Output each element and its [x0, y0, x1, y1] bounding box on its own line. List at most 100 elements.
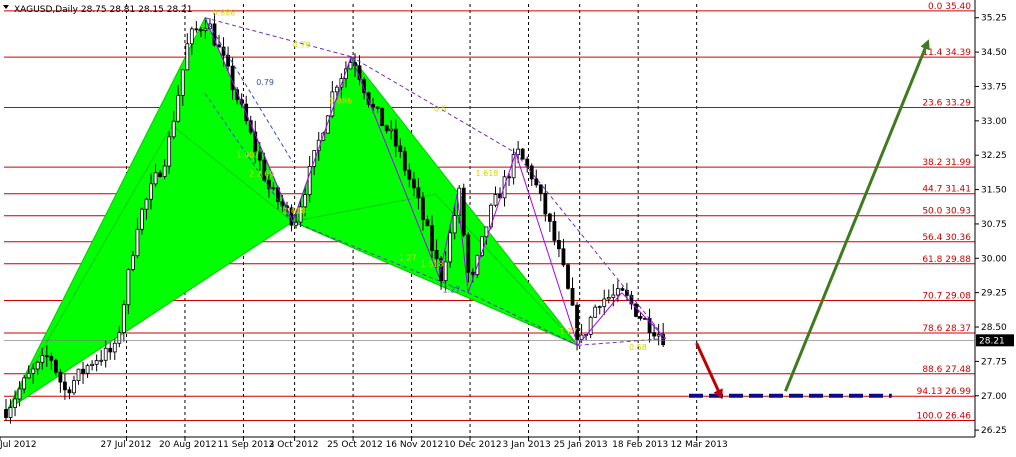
candle-body — [176, 94, 181, 122]
candle-body — [35, 361, 40, 370]
x-tick-label: 25 Jan 2013 — [554, 440, 608, 450]
candle-body — [203, 28, 208, 32]
candle-body — [117, 332, 122, 344]
candle-body — [76, 368, 81, 382]
fib-level-label: 11.4 34.39 — [922, 48, 971, 58]
candle-body — [421, 197, 425, 221]
candle-body — [4, 409, 8, 418]
fib-level-label: 56.4 30.36 — [922, 233, 971, 243]
symbol-dropdown-icon[interactable] — [3, 5, 9, 9]
symbol-header: XAGUSD,Daily 28.75 28.81 28.15 28.21 — [14, 5, 193, 15]
candle-body — [58, 371, 63, 383]
candle-body — [167, 136, 172, 167]
candle-body — [303, 194, 308, 208]
candle-body — [371, 103, 376, 108]
candle-body — [434, 250, 439, 260]
y-tick-label: 30.75 — [981, 220, 1007, 230]
candle-body — [525, 158, 530, 167]
x-tick-label: 10 Dec 2012 — [444, 440, 502, 450]
target-layer — [689, 39, 930, 400]
candle-body — [230, 65, 235, 91]
pattern-ratio-label: 0.5 — [434, 105, 447, 114]
candle-body — [606, 297, 611, 300]
fib-level-label: 50.0 30.93 — [922, 207, 971, 217]
y-tick-label: 33.00 — [981, 117, 1007, 127]
candle-body — [448, 232, 453, 263]
candle-body — [520, 148, 525, 160]
y-tick-label: 32.25 — [981, 151, 1007, 161]
candle-body — [402, 151, 407, 171]
pattern-ratio-label: 0.79 — [256, 78, 274, 87]
x-tick-label: 16 Nov 2012 — [386, 440, 444, 450]
candle-body — [13, 398, 17, 408]
y-tick-label: 33.75 — [981, 82, 1007, 92]
candle-body — [158, 172, 162, 177]
candle-body — [493, 194, 498, 206]
x-tick-label: 3 Oct 2012 — [269, 440, 319, 450]
candlestick-chart[interactable]: 0.0 35.40 11.4 34.39 23.6 33.29 38.2 31.99 4… — [0, 0, 1016, 457]
pattern-ratio-label: 1.27 — [443, 286, 461, 295]
candle-body — [611, 294, 616, 298]
y-tick-label: 27.75 — [981, 357, 1007, 367]
candle-body — [470, 271, 475, 276]
candle-body — [461, 187, 466, 236]
candle-body — [430, 225, 434, 251]
pattern-ratio-label: 1.618 — [421, 260, 444, 269]
y-tick-label: 27.00 — [981, 392, 1007, 402]
candle-body — [561, 248, 566, 266]
fib-level-label: 100.0 26.46 — [917, 412, 972, 422]
candle-body — [226, 54, 230, 67]
candle-body — [516, 148, 521, 155]
candle-body — [557, 240, 561, 250]
y-tick-label: 35.25 — [981, 14, 1007, 24]
candle-body — [94, 360, 99, 365]
x-tick-label: 18 Feb 2013 — [612, 440, 668, 450]
candle-body — [31, 368, 36, 374]
candle-body — [90, 363, 95, 367]
candle-body — [149, 183, 153, 200]
pattern-ratio-label: 0.79 — [293, 41, 311, 50]
candle-body — [8, 407, 13, 418]
candle-body — [543, 192, 548, 215]
candle-body — [380, 107, 385, 127]
candle-body — [108, 347, 113, 353]
candle-body — [398, 145, 403, 152]
candle-body — [393, 128, 398, 147]
pattern-ratio-label: 0.886 — [212, 8, 235, 17]
candle-body — [538, 184, 543, 194]
candle-body — [81, 368, 85, 374]
candle-body — [63, 381, 67, 391]
y-tick-label: 29.25 — [981, 289, 1007, 299]
candle-body — [411, 178, 416, 189]
y-tick-label: 30.00 — [981, 254, 1007, 264]
candle-body — [144, 198, 149, 210]
candle-body — [180, 69, 185, 96]
candle-body — [171, 120, 176, 138]
candle-body — [22, 377, 27, 390]
candle-body — [121, 304, 126, 333]
candle-body — [131, 255, 135, 270]
candle-body — [334, 86, 339, 93]
pattern-line — [621, 292, 666, 339]
y-tick-label: 31.50 — [981, 186, 1007, 196]
candle-body — [375, 106, 380, 109]
candle-body — [99, 359, 104, 362]
candle-body — [194, 28, 199, 31]
candle-body — [656, 333, 661, 337]
pattern-ratio-label: 1.27 — [560, 327, 578, 336]
pattern-ratio-label: 1.618 — [283, 206, 306, 215]
candle-body — [443, 261, 448, 282]
candle-body — [126, 269, 131, 306]
candle-body — [652, 332, 657, 337]
fib-level-label: 61.8 29.88 — [922, 255, 971, 265]
candle-body — [570, 287, 575, 306]
candle-body — [348, 62, 353, 70]
y-tick-label: 34.50 — [981, 48, 1007, 58]
x-tick-label: 27 Jul 2012 — [100, 440, 151, 450]
candle-body — [140, 208, 144, 230]
fib-level-label: 78.6 28.37 — [922, 324, 971, 334]
candle-body — [615, 288, 620, 296]
fib-level-label: 44.7 31.41 — [922, 185, 971, 195]
candle-body — [189, 28, 194, 45]
x-tick-label: Jul 2012 — [0, 440, 37, 450]
